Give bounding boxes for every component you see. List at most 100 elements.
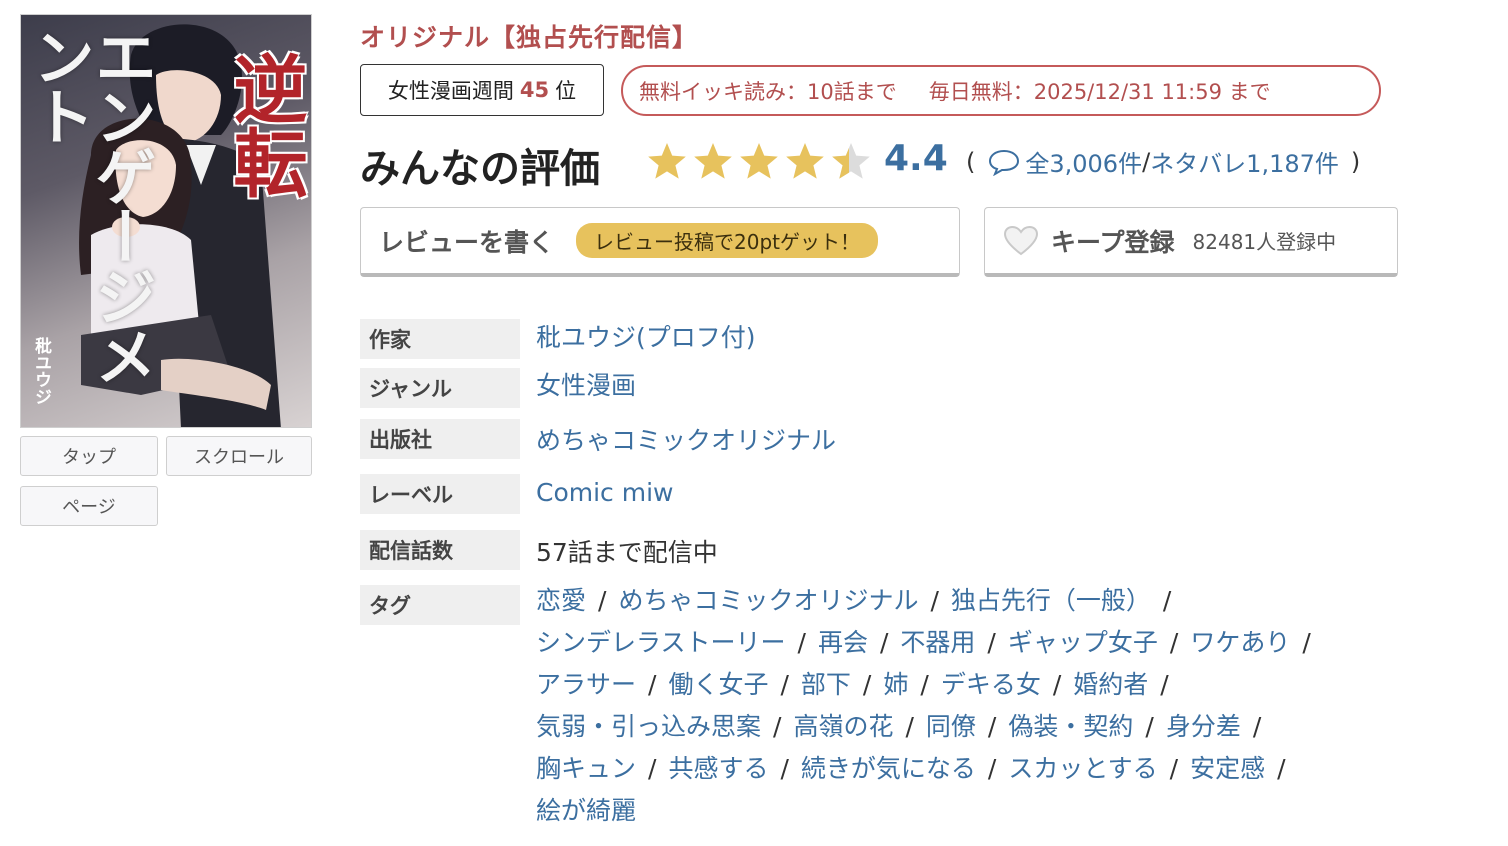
tag-link[interactable]: 偽装・契約: [1008, 712, 1133, 741]
genre-link[interactable]: 女性漫画: [536, 371, 636, 400]
tag-separator: /: [905, 712, 914, 741]
star-half-icon: [832, 143, 870, 179]
free-daily-text: 毎日無料：2025/12/31 11:59 まで: [928, 79, 1271, 104]
tag-link[interactable]: 恋愛: [536, 586, 586, 615]
episodes-value: 57話まで配信中: [536, 533, 718, 569]
tag-row: 絵が綺麗: [536, 790, 1436, 832]
write-review-button[interactable]: レビューを書く レビュー投稿で20ptゲット！: [360, 207, 960, 277]
star-icon: [694, 143, 732, 179]
tag-link[interactable]: シンデレラストーリー: [536, 628, 786, 657]
evaluation-title: みんなの評価: [360, 146, 600, 192]
ranking-suffix: 位: [555, 79, 577, 103]
tag-link[interactable]: 胸キュン: [536, 754, 636, 783]
cover-author: 秕ユウジ: [31, 337, 51, 405]
tag-link[interactable]: 再会: [818, 628, 868, 657]
tag-link[interactable]: 婚約者: [1073, 670, 1148, 699]
author-label: 作家: [360, 319, 520, 359]
weekly-ranking-badge[interactable]: 女性漫画週間 45 位: [360, 64, 604, 116]
all-reviews-link[interactable]: 全3,006件: [1025, 144, 1142, 179]
tag-link[interactable]: めちゃコミックオリジナル: [618, 586, 918, 615]
label-value: Comic miw: [536, 478, 674, 507]
tag-separator: /: [879, 628, 889, 657]
tags-label: タグ: [360, 585, 520, 625]
free-reading-badge: 無料イッキ読み：10話まで 毎日無料：2025/12/31 11:59 まで: [621, 65, 1381, 116]
episodes-label: 配信話数: [360, 530, 520, 570]
tag-link[interactable]: 同僚: [926, 712, 976, 741]
rating-score: 4.4: [884, 138, 948, 179]
episodes-text: 57話まで配信中: [536, 538, 718, 567]
keep-register-label: キープ登録: [1051, 227, 1175, 257]
tag-separator: /: [987, 754, 997, 783]
tag-link[interactable]: 共感する: [668, 754, 768, 783]
tag-separator: /: [1277, 754, 1286, 783]
original-exclusive-label: オリジナル【独占先行配信】: [360, 23, 699, 52]
tag-separator: /: [797, 628, 806, 657]
publisher-label: 出版社: [360, 419, 520, 459]
tag-separator: /: [1162, 586, 1172, 615]
tag-separator: /: [1052, 670, 1062, 699]
tag-link[interactable]: 身分差: [1166, 712, 1241, 741]
speech-bubble-icon: [989, 149, 1020, 176]
tag-row: 気弱・引っ込み思案 / 高嶺の花 / 同僚 / 偽装・契約 / 身分差 /: [536, 706, 1436, 748]
tag-link[interactable]: 絵が綺麗: [536, 796, 636, 825]
keep-register-button[interactable]: キープ登録 82481人登録中: [984, 207, 1398, 277]
tag-link[interactable]: 高嶺の花: [793, 712, 893, 741]
tag-separator: /: [930, 586, 939, 615]
page-view-button[interactable]: ページ: [20, 486, 158, 526]
tag-separator: /: [1160, 670, 1169, 699]
tag-separator: /: [648, 754, 657, 783]
review-separator: /: [1142, 147, 1151, 176]
star-icon: [786, 143, 824, 179]
close-paren: ): [1350, 147, 1361, 176]
tag-separator: /: [780, 754, 789, 783]
label-label: レーベル: [360, 474, 520, 514]
author-link[interactable]: 秕ユウジ(プロフ付): [536, 323, 756, 352]
tag-link[interactable]: 姉: [883, 670, 908, 699]
publisher-link[interactable]: めちゃコミックオリジナル: [536, 426, 836, 455]
tag-separator: /: [780, 670, 789, 699]
star-icon: [648, 143, 686, 179]
tag-separator: /: [1169, 754, 1179, 783]
tag-link[interactable]: 独占先行（一般）: [951, 586, 1151, 615]
tag-link[interactable]: デキる女: [941, 670, 1041, 699]
tag-list: 恋愛 / めちゃコミックオリジナル / 独占先行（一般） / シンデレラストーリー / 再会 / 不…: [536, 580, 1436, 832]
tag-row: アラサー / 働く女子 / 部下 / 姉 / デキる女 / 婚約者 /: [536, 664, 1436, 706]
review-bonus-badge: レビュー投稿で20ptゲット！: [576, 223, 879, 258]
spoiler-reviews-link[interactable]: ネタバレ1,187件: [1150, 144, 1339, 179]
tag-separator: /: [920, 670, 929, 699]
tag-separator: /: [987, 628, 996, 657]
rating-stars: [648, 143, 870, 179]
review-counts: ( 全3,006件 / ネタバレ1,187件 ): [966, 144, 1360, 179]
tag-link[interactable]: ギャップ女子: [1008, 628, 1158, 657]
comic-cover-image[interactable]: エンゲージメント 逆転 秕ユウジ: [20, 14, 312, 428]
write-review-label: レビューを書く: [379, 227, 555, 257]
tag-separator: /: [862, 670, 872, 699]
tag-link[interactable]: 気弱・引っ込み思案: [536, 712, 761, 741]
tag-separator: /: [1169, 628, 1179, 657]
cover-title: 逆転: [221, 51, 307, 199]
tag-link[interactable]: 安定感: [1190, 754, 1265, 783]
tag-separator: /: [648, 670, 657, 699]
tag-link[interactable]: 働く女子: [668, 670, 768, 699]
tag-link[interactable]: アラサー: [536, 670, 636, 699]
genre-value: 女性漫画: [536, 366, 636, 402]
tag-link[interactable]: 部下: [801, 670, 851, 699]
author-value: 秕ユウジ(プロフ付): [536, 318, 756, 354]
tag-row: 恋愛 / めちゃコミックオリジナル / 独占先行（一般） /: [536, 580, 1436, 622]
open-paren: (: [966, 147, 976, 176]
tag-link[interactable]: 続きが気になる: [801, 754, 976, 783]
label-link[interactable]: Comic miw: [536, 478, 674, 507]
publisher-value: めちゃコミックオリジナル: [536, 421, 836, 457]
tag-link[interactable]: 不器用: [900, 628, 975, 657]
tag-link[interactable]: スカッとする: [1008, 754, 1157, 783]
tag-row: シンデレラストーリー / 再会 / 不器用 / ギャップ女子 / ワケあり /: [536, 622, 1436, 664]
tag-separator: /: [1145, 712, 1154, 741]
heart-icon: [1003, 225, 1039, 255]
tag-separator: /: [773, 712, 782, 741]
ranking-number: 45: [519, 78, 550, 102]
tap-view-button[interactable]: タップ: [20, 436, 158, 476]
tag-link[interactable]: ワケあり: [1190, 628, 1290, 657]
tag-separator: /: [1252, 712, 1262, 741]
scroll-view-button[interactable]: スクロール: [166, 436, 312, 476]
star-icon: [740, 143, 778, 179]
